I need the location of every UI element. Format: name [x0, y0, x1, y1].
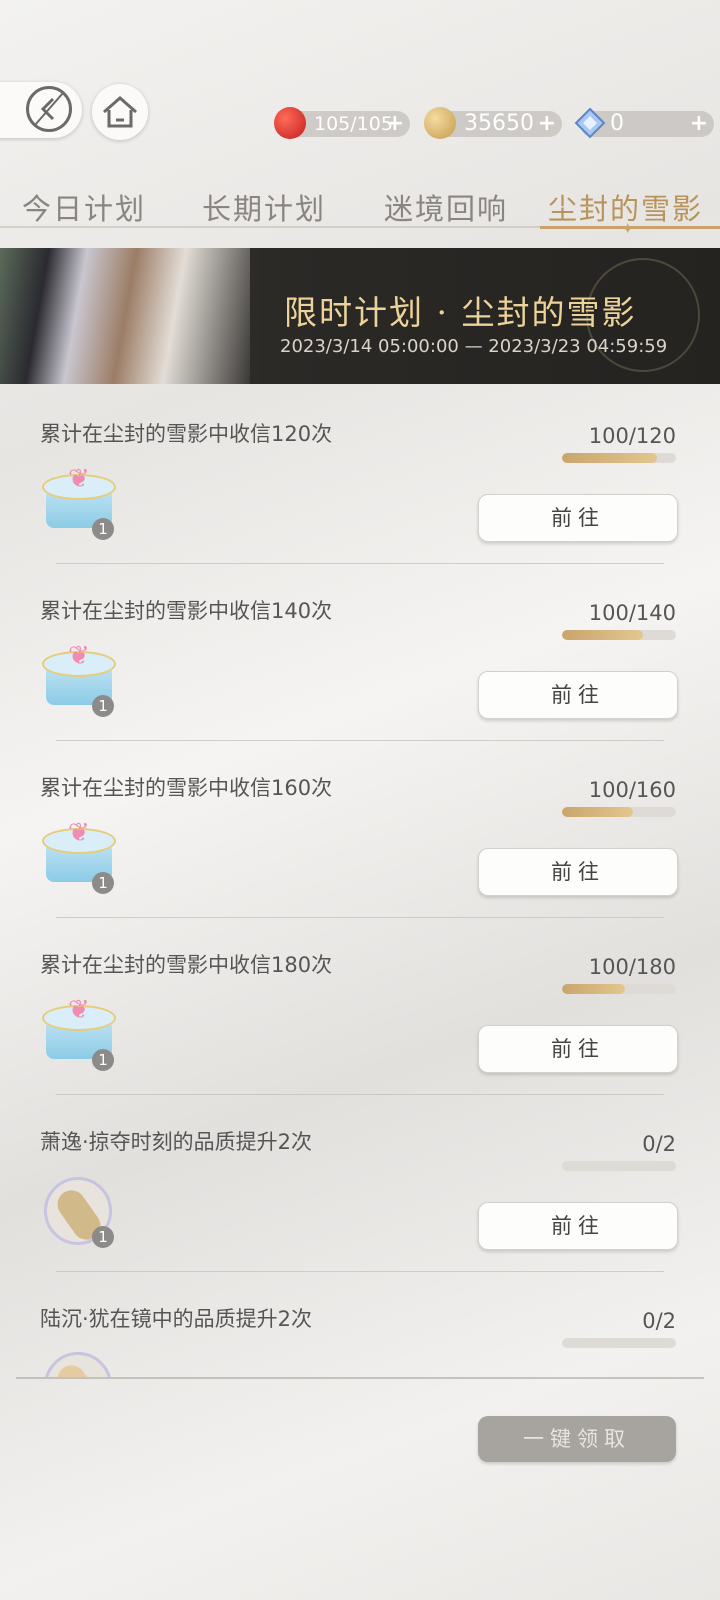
task-title: 累计在尘封的雪影中收信140次 — [40, 599, 333, 623]
gold-coin-icon — [424, 107, 456, 139]
go-button[interactable]: 前往 — [478, 848, 678, 896]
task-title: 萧逸·掠夺时刻的品质提升2次 — [40, 1130, 313, 1154]
task-progress-bar — [562, 1338, 676, 1348]
diamond-counter: 0 + — [574, 107, 714, 139]
tab-long-term-plan[interactable]: 长期计划 — [202, 186, 326, 228]
blue-diamond-icon — [574, 107, 606, 139]
go-button[interactable]: 前往 — [478, 494, 678, 542]
task-title: 累计在尘封的雪影中收信120次 — [40, 422, 333, 446]
task-progress-bar — [562, 1161, 676, 1171]
list-bottom-divider — [16, 1377, 704, 1379]
character-artwork — [0, 248, 250, 384]
task-divider — [56, 1094, 664, 1095]
task-progress-bar — [562, 630, 676, 640]
home-icon — [103, 96, 137, 128]
banner-title: 限时计划 · 尘封的雪影 — [284, 293, 637, 332]
reward-count-badge: 1 — [92, 872, 114, 894]
task-progress-text: 100/140 — [588, 601, 676, 625]
add-diamond-button[interactable]: + — [690, 111, 708, 137]
task-title: 陆沉·犹在镜中的品质提升2次 — [40, 1307, 313, 1331]
reward-count-badge: 1 — [92, 695, 114, 717]
reward-count-badge: 1 — [92, 1049, 114, 1071]
design-tag-icon — [44, 1352, 112, 1377]
sparkle-icon: ✦ — [621, 219, 635, 238]
task-divider — [56, 917, 664, 918]
claim-all-button[interactable]: 一键领取 — [478, 1416, 676, 1462]
go-button[interactable]: 前往 — [478, 671, 678, 719]
task-divider — [56, 740, 664, 741]
go-button[interactable]: 前往 — [478, 1025, 678, 1073]
back-icon — [26, 86, 72, 132]
add-stamina-button[interactable]: + — [386, 111, 404, 137]
tab-maze-echo[interactable]: 迷境回响 — [384, 186, 508, 228]
task-progress-bar — [562, 453, 676, 463]
task-progress-bar — [562, 807, 676, 817]
back-button[interactable] — [0, 82, 82, 138]
home-button[interactable] — [92, 84, 148, 140]
task-progress-text: 100/120 — [588, 424, 676, 448]
gold-counter: 35650 + — [424, 107, 562, 139]
tab-today-plan[interactable]: 今日计划 — [22, 186, 146, 228]
task-divider — [56, 1271, 664, 1272]
task-divider — [56, 563, 664, 564]
banner-date-range: 2023/3/14 05:00:00 — 2023/3/23 04:59:59 — [280, 336, 668, 357]
red-apple-icon — [274, 107, 306, 139]
go-button[interactable]: 前往 — [478, 1202, 678, 1250]
reward-count-badge: 1 — [92, 518, 114, 540]
task-title: 累计在尘封的雪影中收信160次 — [40, 776, 333, 800]
reward-count-badge: 1 — [92, 1226, 114, 1248]
task-progress-text: 100/180 — [588, 955, 676, 979]
task-progress-text: 0/2 — [642, 1309, 676, 1333]
task-progress-text: 100/160 — [588, 778, 676, 802]
stamina-counter: 105/105 + — [274, 107, 410, 139]
task-progress-text: 0/2 — [642, 1132, 676, 1156]
task-title: 累计在尘封的雪影中收信180次 — [40, 953, 333, 977]
task-progress-bar — [562, 984, 676, 994]
add-gold-button[interactable]: + — [538, 111, 556, 137]
